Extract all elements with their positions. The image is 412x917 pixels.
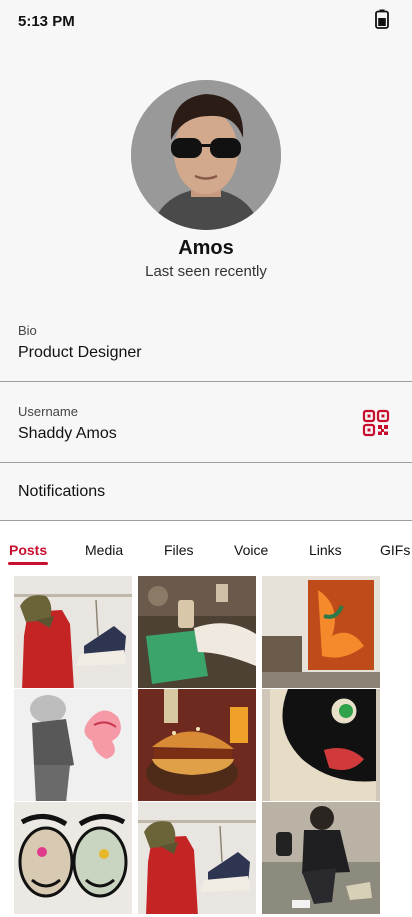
- bio-row[interactable]: Bio Product Designer: [0, 300, 412, 382]
- tab-links[interactable]: Links: [309, 542, 342, 558]
- post-thumbnail[interactable]: [138, 802, 256, 914]
- tab-posts[interactable]: Posts: [9, 542, 47, 558]
- post-thumbnail[interactable]: [14, 689, 132, 801]
- username-caption: Username: [18, 404, 78, 419]
- posts-grid: [0, 565, 412, 917]
- profile-name: Amos: [178, 237, 234, 259]
- tab-gifs[interactable]: GIFs: [380, 542, 410, 558]
- notifications-label: Notifications: [18, 483, 106, 500]
- bio-value: Product Designer: [18, 344, 142, 361]
- qr-code-icon[interactable]: [362, 409, 390, 437]
- username-value: Shaddy Amos: [18, 425, 117, 442]
- media-tabs: Posts Media Files Voice Links GIFs: [0, 521, 412, 565]
- tab-voice[interactable]: Voice: [234, 542, 268, 558]
- battery-icon: [375, 9, 389, 29]
- post-thumbnail[interactable]: [138, 576, 256, 688]
- post-thumbnail[interactable]: [138, 689, 256, 801]
- notifications-row[interactable]: Notifications: [0, 463, 412, 521]
- last-seen-status: Last seen recently: [145, 263, 267, 280]
- post-thumbnail[interactable]: [14, 576, 132, 688]
- tab-files[interactable]: Files: [164, 542, 194, 558]
- post-thumbnail[interactable]: [262, 802, 380, 914]
- tab-media[interactable]: Media: [85, 542, 123, 558]
- post-thumbnail[interactable]: [14, 802, 132, 914]
- bio-caption: Bio: [18, 323, 37, 338]
- status-time: 5:13 PM: [18, 13, 75, 30]
- status-bar: 5:13 PM: [0, 0, 412, 42]
- username-row[interactable]: Username Shaddy Amos: [0, 382, 412, 463]
- post-thumbnail[interactable]: [262, 689, 380, 801]
- post-thumbnail[interactable]: [262, 576, 380, 688]
- avatar[interactable]: [131, 80, 281, 230]
